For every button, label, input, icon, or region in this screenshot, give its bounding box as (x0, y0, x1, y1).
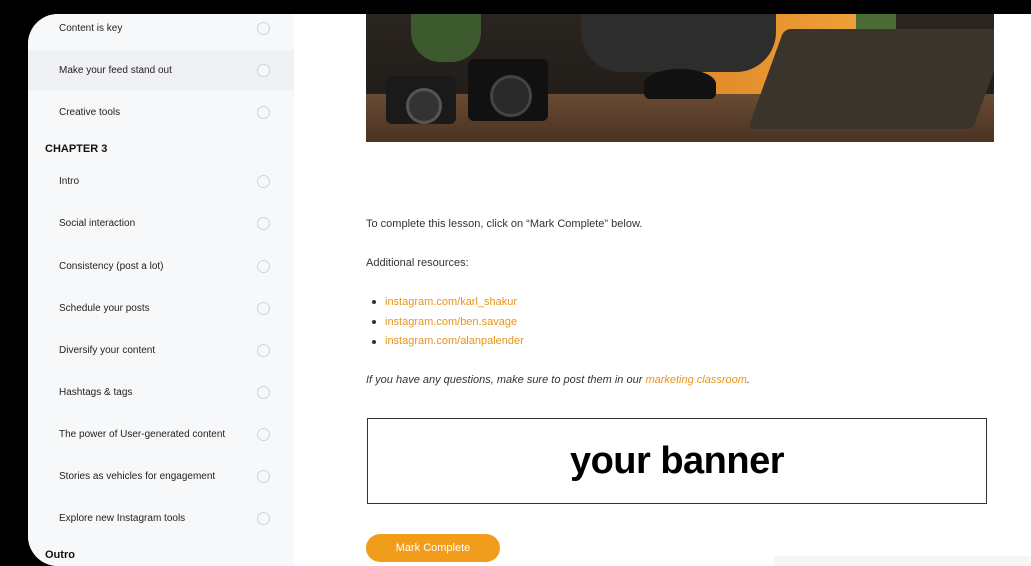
lesson-label: Schedule your posts (59, 302, 150, 314)
lesson-status-circle-icon (257, 343, 270, 357)
questions-note: If you have any questions, make sure to … (366, 374, 750, 386)
lesson-label: Consistency (post a lot) (59, 260, 164, 272)
lesson-label: Creative tools (59, 106, 121, 118)
lesson-item-content-is-key[interactable]: Content is key (28, 14, 294, 48)
chapter-heading-outro: Outro (45, 549, 75, 561)
lesson-item-make-feed-stand-out[interactable]: Make your feed stand out (28, 50, 294, 90)
mark-complete-button[interactable]: Mark Complete (366, 534, 500, 562)
resource-link-3[interactable]: instagram.com/alanpalender (385, 335, 524, 347)
lesson-item-diversify-content[interactable]: Diversify your content (28, 330, 294, 370)
app-frame: Content is key Make your feed stand out … (28, 14, 1031, 566)
lesson-item-schedule-posts[interactable]: Schedule your posts (28, 288, 294, 328)
lesson-instruction: To complete this lesson, click on “Mark … (366, 218, 643, 230)
lesson-label: Content is key (59, 22, 123, 34)
lesson-item-consistency[interactable]: Consistency (post a lot) (28, 246, 294, 286)
lesson-label: Stories as vehicles for engagement (59, 470, 216, 482)
lesson-item-social-interaction[interactable]: Social interaction (28, 203, 294, 243)
lesson-status-circle-icon (257, 385, 270, 399)
lesson-status-circle-icon (257, 174, 270, 188)
lesson-status-circle-icon (257, 63, 270, 77)
lesson-status-circle-icon (257, 301, 270, 315)
questions-suffix: . (746, 374, 750, 386)
chapter-heading: CHAPTER 3 (45, 143, 108, 155)
lesson-status-circle-icon (257, 105, 270, 119)
banner-box: your banner (367, 418, 987, 504)
bullet-icon (372, 340, 376, 344)
lesson-label: Diversify your content (59, 344, 156, 356)
lesson-status-circle-icon (257, 511, 270, 525)
lesson-label: The power of User-generated content (59, 428, 226, 440)
lesson-item-user-generated-content[interactable]: The power of User-generated content (28, 414, 294, 454)
lesson-label: Explore new Instagram tools (59, 512, 186, 524)
lesson-item-intro[interactable]: Intro (28, 161, 294, 201)
lesson-label: Social interaction (59, 217, 136, 229)
resource-link-1[interactable]: instagram.com/karl_shakur (385, 296, 517, 308)
lesson-hero-image (366, 14, 994, 142)
course-sidebar: Content is key Make your feed stand out … (28, 14, 294, 566)
questions-text: If you have any questions, make sure to … (366, 374, 646, 386)
resources-heading: Additional resources: (366, 257, 469, 269)
lesson-status-circle-icon (257, 21, 270, 35)
marketing-classroom-link[interactable]: marketing classroom (645, 374, 746, 386)
lesson-item-stories[interactable]: Stories as vehicles for engagement (28, 456, 294, 496)
lesson-status-circle-icon (257, 427, 270, 441)
lesson-content: To complete this lesson, click on “Mark … (294, 14, 1031, 566)
lesson-label: Intro (59, 175, 80, 187)
banner-text: your banner (569, 439, 785, 482)
lesson-item-instagram-tools[interactable]: Explore new Instagram tools (28, 498, 294, 538)
lesson-status-circle-icon (257, 216, 270, 230)
bullet-icon (372, 320, 376, 324)
lesson-item-hashtags[interactable]: Hashtags & tags (28, 372, 294, 412)
lesson-status-circle-icon (257, 469, 270, 483)
resource-link-2[interactable]: instagram.com/ben.savage (385, 316, 517, 328)
bullet-icon (372, 300, 376, 304)
lesson-label: Hashtags & tags (59, 386, 133, 398)
lesson-status-circle-icon (257, 259, 270, 273)
lesson-item-creative-tools[interactable]: Creative tools (28, 92, 294, 132)
lesson-label: Make your feed stand out (59, 64, 172, 76)
